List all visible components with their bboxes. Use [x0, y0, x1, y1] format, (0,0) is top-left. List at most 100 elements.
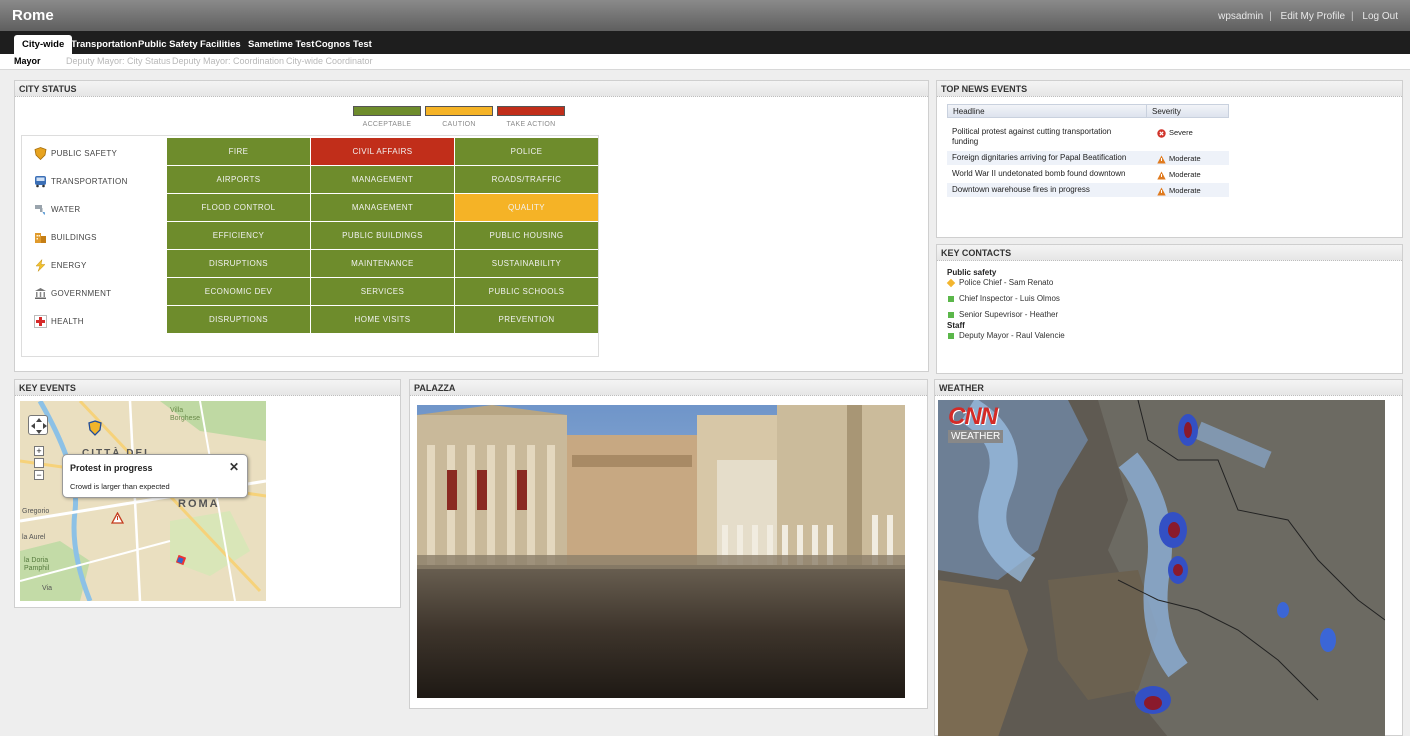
logo-bottom: WEATHER [948, 430, 1004, 443]
weather-radar-image [938, 400, 1385, 736]
status-cell-public-schools[interactable]: PUBLIC SCHOOLS [455, 278, 598, 305]
key-events-title: KEY EVENTS [15, 380, 400, 396]
popup-text: Crowd is larger than expected [70, 482, 170, 491]
news-table-header: Headline Severity [947, 104, 1229, 118]
subtab-deputy-coordination[interactable]: Deputy Mayor: Coordination [172, 56, 284, 66]
palazza-portlet: PALAZZA [409, 379, 928, 709]
zoom-out-button[interactable]: − [34, 470, 44, 480]
event-popup: Protest in progress Crowd is larger than… [62, 454, 248, 498]
status-grid: PUBLIC SAFETY FIRE CIVIL AFFAIRS POLICE … [21, 135, 599, 357]
severity-column-header[interactable]: Severity [1152, 107, 1181, 116]
top-banner: Rome wpsadmin | Edit My Profile | Log Out [0, 0, 1410, 31]
city-status-title: CITY STATUS [15, 81, 928, 97]
status-cell-airports[interactable]: AIRPORTS [167, 166, 310, 193]
palazza-title: PALAZZA [410, 380, 927, 396]
tab-cognos-test[interactable]: Cognos Test [307, 35, 380, 54]
status-cell-energy-disruptions[interactable]: DISRUPTIONS [167, 250, 310, 277]
contact-group-label: Public safety [947, 268, 997, 277]
water-icon [35, 205, 45, 215]
subtab-mayor[interactable]: Mayor [14, 56, 41, 66]
contact-item[interactable]: Chief Inspector - Luis Olmos [947, 293, 1065, 309]
city-status-portlet: CITY STATUS ACCEPTABLE CAUTION TAKE ACTI… [14, 80, 929, 372]
status-cell-services[interactable]: SERVICES [311, 278, 454, 305]
status-cell-sustainability[interactable]: SUSTAINABILITY [455, 250, 598, 277]
contact-item[interactable]: Senior Supevrisor - Heather [947, 309, 1065, 325]
status-cell-civil-affairs[interactable]: CIVIL AFFAIRS [311, 138, 454, 165]
events-map[interactable]: Villa Borghese CITTÀ DEL ROMA Gregorio l… [20, 401, 266, 601]
news-row[interactable]: Downtown warehouse fires in progress Mod… [947, 183, 1229, 197]
subtab-city-wide-coordinator[interactable]: City-wide Coordinator [286, 56, 373, 66]
status-cell-prevention[interactable]: PREVENTION [455, 306, 598, 333]
status-cell-maintenance[interactable]: MAINTENANCE [311, 250, 454, 277]
status-cell-economic-dev[interactable]: ECONOMIC DEV [167, 278, 310, 305]
edit-profile-link[interactable]: Edit My Profile [1281, 11, 1345, 22]
square-crowd-image [417, 405, 905, 698]
weather-portlet: WEATHER CNN WEATHER [934, 379, 1403, 736]
bus-icon [35, 176, 46, 188]
map-label: Gregorio [22, 508, 50, 515]
legend-caution-label: CAUTION [442, 121, 476, 128]
user-links: wpsadmin | Edit My Profile | Log Out [1218, 11, 1398, 22]
warning-marker-icon[interactable] [111, 512, 124, 524]
sub-tab-bar: Mayor Deputy Mayor: City Status Deputy M… [0, 54, 1410, 70]
status-cell-public-housing[interactable]: PUBLIC HOUSING [455, 222, 598, 249]
news-row[interactable]: World War II undetonated bomb found down… [947, 167, 1229, 181]
warning-icon [1157, 187, 1166, 196]
status-cell-health-disruptions[interactable]: DISRUPTIONS [167, 306, 310, 333]
username-link[interactable]: wpsadmin [1218, 11, 1263, 22]
map-label: la Doria Pamphil [24, 557, 50, 572]
zoom-in-button[interactable]: + [34, 446, 44, 456]
status-cell-water-management[interactable]: MANAGEMENT [311, 194, 454, 221]
key-events-portlet: KEY EVENTS Villa Borghese CITTÀ DEL ROMA… [14, 379, 401, 608]
top-news-portlet: TOP NEWS EVENTS Headline Severity Politi… [936, 80, 1403, 238]
severe-icon [1157, 128, 1166, 138]
weather-logo: CNN WEATHER [948, 405, 1004, 443]
status-cell-roads-traffic[interactable]: ROADS/TRAFFIC [455, 166, 598, 193]
top-news-title: TOP NEWS EVENTS [937, 81, 1402, 97]
legend-take-action-swatch [497, 106, 565, 116]
contact-item[interactable]: Police Chief - Sam Renato [946, 277, 1065, 293]
app-title: Rome [12, 7, 54, 24]
status-cell-police[interactable]: POLICE [455, 138, 598, 165]
warning-icon [1157, 155, 1166, 164]
close-icon[interactable]: ✕ [229, 460, 239, 474]
contact-item[interactable]: Deputy Mayor - Raul Valencie [947, 330, 1065, 346]
warning-icon [1157, 171, 1166, 180]
legend-acceptable-label: ACCEPTABLE [362, 121, 412, 128]
key-contacts-portlet: KEY CONTACTS Public safety Police Chief … [936, 244, 1403, 374]
health-cross-icon [34, 315, 47, 328]
status-cell-flood-control[interactable]: FLOOD CONTROL [167, 194, 310, 221]
news-row[interactable]: Foreign dignitaries arriving for Papal B… [947, 151, 1229, 165]
pan-control[interactable] [28, 415, 48, 435]
available-status-icon [948, 333, 954, 339]
status-cell-transport-management[interactable]: MANAGEMENT [311, 166, 454, 193]
logout-link[interactable]: Log Out [1362, 11, 1398, 22]
contacts-list: Public safety Police Chief - Sam Renato … [946, 267, 1065, 346]
available-status-icon [948, 296, 954, 302]
government-icon [35, 288, 46, 299]
status-cell-fire[interactable]: FIRE [167, 138, 310, 165]
event-shield-marker-icon[interactable] [88, 420, 102, 436]
key-contacts-title: KEY CONTACTS [937, 245, 1402, 261]
main-tab-bar: City-wide Transportation Public Safety F… [0, 31, 1410, 54]
palazza-photo [417, 405, 905, 698]
headline-column-header[interactable]: Headline [953, 107, 985, 116]
subtab-deputy-city-status[interactable]: Deputy Mayor: City Status [66, 56, 171, 66]
legend-acceptable-swatch [353, 106, 421, 116]
weather-title: WEATHER [935, 380, 1402, 396]
map-label: Via [42, 585, 52, 592]
lightning-icon [35, 259, 46, 272]
status-cell-home-visits[interactable]: HOME VISITS [311, 306, 454, 333]
map-label: Villa Borghese [170, 407, 200, 422]
news-row[interactable]: Political protest against cutting transp… [947, 125, 1229, 149]
map-label: la Aurel [22, 534, 46, 541]
status-cell-quality[interactable]: QUALITY [455, 194, 598, 221]
pan-arrows-icon [31, 418, 47, 434]
legend-caution-swatch [425, 106, 493, 116]
zoom-slider[interactable] [34, 458, 44, 468]
legend-take-action-label: TAKE ACTION [506, 121, 556, 128]
incident-marker-icon[interactable] [176, 555, 186, 565]
weather-map: CNN WEATHER [938, 400, 1385, 736]
status-cell-efficiency[interactable]: EFFICIENCY [167, 222, 310, 249]
status-cell-public-buildings[interactable]: PUBLIC BUILDINGS [311, 222, 454, 249]
